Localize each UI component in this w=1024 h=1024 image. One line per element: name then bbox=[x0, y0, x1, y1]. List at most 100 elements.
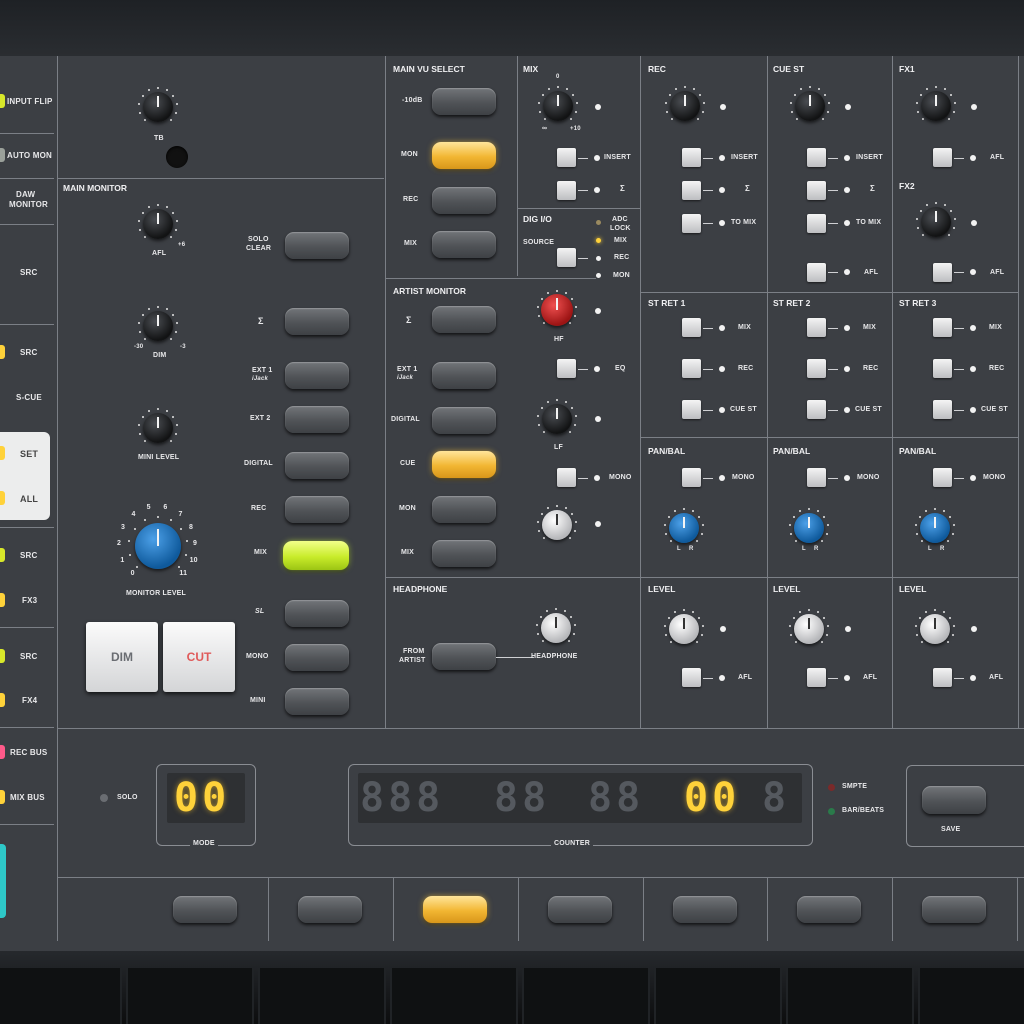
monitor-level-knob[interactable] bbox=[128, 516, 188, 576]
cue-st-sigma-button[interactable] bbox=[807, 181, 826, 200]
artist-cue-button[interactable] bbox=[432, 451, 496, 478]
scale-dot bbox=[536, 632, 539, 635]
artist-ext1-button[interactable] bbox=[432, 362, 496, 389]
monitor-ext2-button[interactable] bbox=[285, 406, 349, 433]
st-ret-afl-button[interactable] bbox=[682, 668, 701, 687]
level-knob[interactable] bbox=[664, 609, 704, 649]
mix-sigma-button[interactable] bbox=[557, 181, 576, 200]
st-ret-cue-st-button[interactable] bbox=[682, 400, 701, 419]
solo-clear-button[interactable] bbox=[285, 232, 349, 259]
scale-dot bbox=[823, 515, 826, 518]
dim-knob[interactable] bbox=[138, 306, 178, 346]
st-ret-mix-button[interactable] bbox=[933, 318, 952, 337]
rec-sigma-button[interactable] bbox=[682, 181, 701, 200]
cut-button[interactable]: CUT bbox=[163, 622, 235, 692]
st-ret-afl-button[interactable] bbox=[933, 668, 952, 687]
bottom-row-button[interactable] bbox=[173, 896, 237, 923]
mix-knob[interactable] bbox=[538, 86, 578, 126]
afl-label: AFL bbox=[990, 154, 1005, 161]
divider bbox=[641, 292, 1018, 293]
st-ret-cue-st-button[interactable] bbox=[933, 400, 952, 419]
fx1-knob[interactable] bbox=[916, 86, 956, 126]
divider bbox=[517, 56, 518, 276]
hf-knob[interactable] bbox=[537, 290, 577, 330]
save-button[interactable] bbox=[922, 786, 986, 814]
st-ret-afl-button[interactable] bbox=[807, 668, 826, 687]
pan-knob[interactable] bbox=[664, 508, 704, 548]
fx2-knob[interactable] bbox=[916, 202, 956, 242]
scale-dot bbox=[799, 611, 802, 614]
st-ret-mix-button[interactable] bbox=[807, 318, 826, 337]
artist-mono-button[interactable] bbox=[557, 468, 576, 487]
headphone-knob[interactable] bbox=[536, 608, 576, 648]
bottom-row-button[interactable] bbox=[797, 896, 861, 923]
vu-mon-button[interactable] bbox=[432, 142, 496, 169]
bottom-row-button[interactable] bbox=[673, 896, 737, 923]
cue-st-knob[interactable] bbox=[790, 86, 830, 126]
st-ret-rec-button[interactable] bbox=[682, 359, 701, 378]
cue-st-insert-button[interactable] bbox=[807, 148, 826, 167]
monitor-mix-button[interactable] bbox=[283, 541, 349, 570]
st-ret-mono-button[interactable] bbox=[807, 468, 826, 487]
vu-rec-button[interactable] bbox=[432, 187, 496, 214]
bottom-row-button[interactable] bbox=[922, 896, 986, 923]
connector bbox=[578, 258, 588, 259]
fx2-afl-button[interactable] bbox=[933, 263, 952, 282]
rec-to-mix-button[interactable] bbox=[682, 214, 701, 233]
bottom-row-button[interactable] bbox=[423, 896, 487, 923]
dig-io-source-button[interactable] bbox=[557, 248, 576, 267]
dim-label: DIM bbox=[153, 352, 167, 359]
st-ret-rec-button[interactable] bbox=[807, 359, 826, 378]
rec-knob[interactable] bbox=[665, 86, 705, 126]
st-ret-mono-button[interactable] bbox=[933, 468, 952, 487]
pan-knob[interactable] bbox=[915, 508, 955, 548]
artist-eq-button[interactable] bbox=[557, 359, 576, 378]
st-ret-rec-button[interactable] bbox=[933, 359, 952, 378]
pan-knob[interactable] bbox=[789, 508, 829, 548]
scale-dot bbox=[698, 616, 701, 619]
monitor-sl-button[interactable] bbox=[285, 600, 349, 627]
st-ret-mono-button[interactable] bbox=[682, 468, 701, 487]
fx1-afl-button[interactable] bbox=[933, 148, 952, 167]
knob-cap bbox=[541, 613, 571, 643]
level-knob[interactable] bbox=[915, 609, 955, 649]
artist-sigma-button[interactable] bbox=[432, 306, 496, 333]
bottom-slot bbox=[654, 968, 782, 1024]
monitor-digital-button[interactable] bbox=[285, 452, 349, 479]
talkback-knob[interactable] bbox=[138, 87, 178, 127]
afl-knob[interactable] bbox=[138, 204, 178, 244]
cyan-button[interactable] bbox=[0, 844, 6, 918]
monitor-mini-button[interactable] bbox=[285, 688, 349, 715]
bottom-row-button[interactable] bbox=[548, 896, 612, 923]
monitor-mono-button[interactable] bbox=[285, 644, 349, 671]
monitor-ext1-button[interactable] bbox=[285, 362, 349, 389]
scale-number: 5 bbox=[146, 503, 151, 511]
rec-insert-button[interactable] bbox=[682, 148, 701, 167]
knob-pointer bbox=[557, 94, 559, 106]
artist-digital-button[interactable] bbox=[432, 407, 496, 434]
bottom-row-button[interactable] bbox=[298, 896, 362, 923]
vu-minus-10db-button[interactable] bbox=[432, 88, 496, 115]
mix-insert-button[interactable] bbox=[557, 148, 576, 167]
mini-level-knob[interactable] bbox=[138, 408, 178, 448]
artist-level-knob[interactable] bbox=[537, 505, 577, 545]
scale-dot bbox=[925, 510, 928, 513]
scale-dot bbox=[537, 415, 540, 418]
from-artist-button[interactable] bbox=[432, 643, 496, 670]
lf-knob[interactable] bbox=[537, 399, 577, 439]
artist-mon-button[interactable] bbox=[432, 496, 496, 523]
dim-button[interactable]: DIM bbox=[86, 622, 158, 692]
afl-label: AFL bbox=[863, 674, 878, 681]
scale-dot bbox=[143, 519, 146, 522]
cue-st-afl-button[interactable] bbox=[807, 263, 826, 282]
cue-st-to-mix-button[interactable] bbox=[807, 214, 826, 233]
vu-mix-button[interactable] bbox=[432, 231, 496, 258]
artist-mix-button[interactable] bbox=[432, 540, 496, 567]
level-knob[interactable] bbox=[789, 609, 829, 649]
monitor-sigma-button[interactable] bbox=[285, 308, 349, 335]
st-ret-mix-button[interactable] bbox=[682, 318, 701, 337]
monitor-rec-button[interactable] bbox=[285, 496, 349, 523]
st-ret-cue-st-button[interactable] bbox=[807, 400, 826, 419]
scale-dot bbox=[564, 401, 567, 404]
mix-label: MIX bbox=[401, 549, 415, 556]
